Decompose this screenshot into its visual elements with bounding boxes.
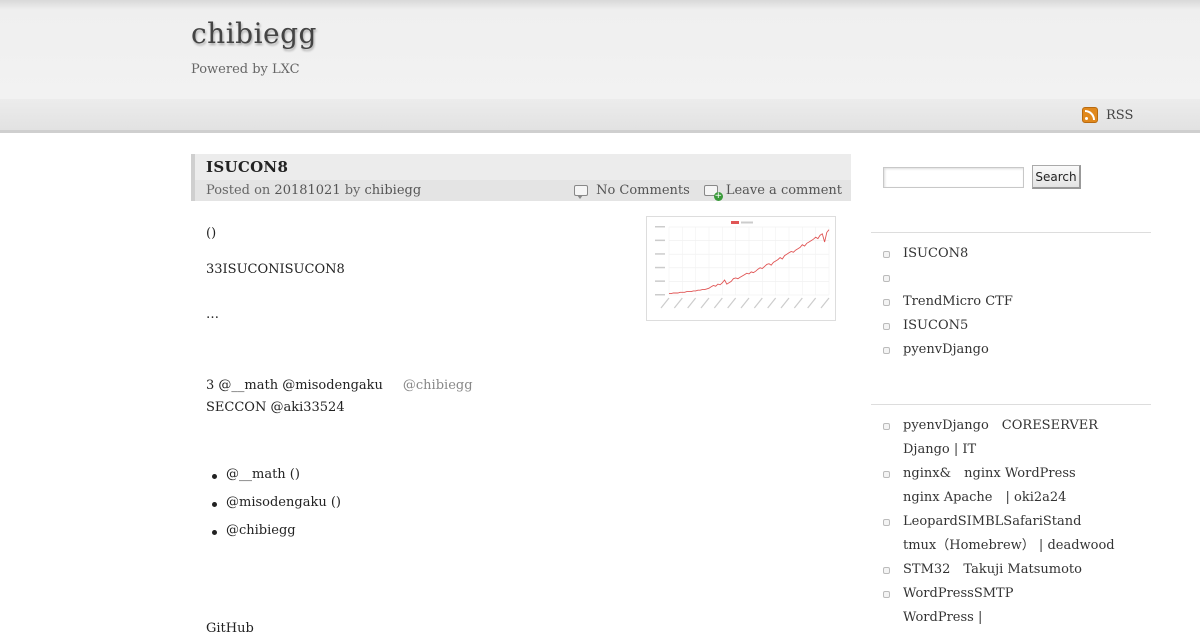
x-tick-label [807, 297, 817, 309]
comment-bubble-icon [574, 185, 589, 199]
recent-comment-item: WordPressSMTP WordPress | [883, 582, 1115, 630]
x-tick-label [780, 297, 790, 309]
bullet-icon [883, 471, 890, 478]
y-tick-label [655, 239, 665, 242]
bullet-icon [883, 591, 890, 598]
list-item: @misodengaku () [206, 494, 341, 522]
recent-comment-item: LeopardSIMBLSafariStand tmux（Homebrew） | … [883, 510, 1115, 558]
comment-line[interactable]: pyenvDjango CORESERVER [903, 418, 1098, 433]
body-muted-mention: @chibiegg [402, 378, 473, 393]
rss-feed-icon [1082, 107, 1098, 123]
x-tick-label [793, 297, 803, 309]
post-title[interactable]: ISUCON8 [206, 158, 288, 176]
recent-post-link[interactable]: pyenvDjango [903, 342, 989, 357]
recent-post-item: ISUCON8 [883, 245, 1013, 269]
bullet-icon [883, 323, 890, 330]
recent-comment-item: STM32 Takuji Matsumoto [883, 558, 1115, 582]
sidebar-divider [871, 232, 1151, 233]
body-paragraph: SECCON @aki33524 [206, 400, 345, 415]
by-label: by [340, 183, 365, 198]
list-item: @chibiegg [206, 522, 341, 550]
x-tick-label [713, 297, 723, 309]
comment-line[interactable]: tmux（Homebrew） | deadwood [903, 538, 1115, 553]
post-meta-bar: Posted on 20181021 by chibiegg No Commen… [195, 180, 851, 201]
y-tick-label [655, 294, 665, 296]
y-tick-label [655, 266, 665, 269]
bullet-icon [883, 275, 890, 282]
comment-line[interactable]: LeopardSIMBLSafariStand [903, 514, 1081, 529]
comments-link[interactable]: No Comments [574, 183, 690, 199]
body-mentions: 3 @__math @misodengaku [206, 378, 383, 393]
leave-comment-link[interactable]: Leave a comment [703, 183, 842, 201]
bullet-icon [883, 347, 890, 354]
list-item: @__math () [206, 466, 341, 494]
recent-post-item: pyenvDjango [883, 341, 1013, 365]
thumbnail-line-chart [655, 221, 830, 309]
x-tick-label [820, 297, 830, 309]
sidebar-divider [871, 404, 1151, 405]
rss-label: RSS [1106, 107, 1134, 123]
site-title[interactable]: chibiegg [191, 17, 317, 50]
post-date-link[interactable]: 20181021 [274, 183, 340, 198]
site-tagline: Powered by LXC [191, 62, 300, 77]
posted-on-label: Posted on [206, 183, 275, 198]
body-paragraph: GitHub [206, 621, 254, 636]
leave-comment-label: Leave a comment [725, 183, 842, 198]
nav-bar: RSS [0, 99, 1200, 133]
recent-post-item: ISUCON5 [883, 317, 1013, 341]
legend-swatch [731, 221, 739, 224]
post-meta-actions: No Comments Leave a comment [574, 183, 842, 201]
comment-line[interactable]: STM32 Takuji Matsumoto [903, 562, 1082, 577]
post-header: ISUCON8 Posted on 20181021 by chibiegg N… [191, 154, 851, 201]
recent-post-link[interactable]: ISUCON5 [903, 318, 968, 333]
comment-line[interactable]: WordPressSMTP [903, 586, 1013, 601]
y-tick-label [655, 253, 665, 255]
search-button[interactable]: Search [1032, 165, 1081, 189]
recent-post-item [883, 269, 1013, 293]
body-paragraph: 33ISUCONISUCON8 [206, 262, 345, 277]
add-comment-icon [703, 185, 723, 201]
bullet-icon [883, 423, 890, 430]
comments-count-label: No Comments [596, 183, 690, 198]
bullet-icon [883, 299, 890, 306]
member-list: @__math () @misodengaku () @chibiegg [206, 466, 341, 550]
body-paragraph: 3 @__math @misodengaku @chibiegg [206, 378, 473, 393]
recent-comments-list: pyenvDjango CORESERVER Django | IT nginx&… [883, 414, 1115, 630]
comment-line[interactable]: Django | IT [903, 442, 976, 457]
comment-line[interactable]: nginx Apache | oki2a24 [903, 490, 1066, 505]
y-tick-label [655, 280, 665, 282]
recent-posts-list: ISUCON8 TrendMicro CTF ISUCON5 pyenvDjan… [883, 245, 1013, 365]
bullet-icon [883, 519, 890, 526]
legend-label [741, 221, 753, 224]
recent-comment-item: nginx& nginx WordPress nginx Apache | oki… [883, 462, 1115, 510]
bullet-icon [883, 567, 890, 574]
body-paragraph: () [206, 226, 217, 241]
y-tick-label [655, 226, 665, 228]
search-input[interactable] [883, 167, 1024, 188]
body-paragraph: … [206, 307, 219, 322]
recent-comment-item: pyenvDjango CORESERVER Django | IT [883, 414, 1115, 462]
x-tick-label [767, 297, 777, 309]
post-thumbnail[interactable] [646, 216, 836, 321]
x-tick-label [753, 297, 763, 309]
post-author-link[interactable]: chibiegg [365, 183, 422, 198]
x-tick-label [687, 297, 697, 309]
recent-post-item: TrendMicro CTF [883, 293, 1013, 317]
site-header: chibiegg Powered by LXC [0, 0, 1200, 99]
rss-link[interactable]: RSS [1082, 106, 1133, 124]
comment-line[interactable]: WordPress | [903, 610, 982, 625]
x-tick-label [700, 297, 710, 309]
x-tick-label [727, 297, 737, 309]
post-meta: Posted on 20181021 by chibiegg [206, 183, 421, 198]
x-tick-label [740, 297, 750, 309]
recent-post-link[interactable]: ISUCON8 [903, 246, 968, 261]
comment-line[interactable]: nginx& nginx WordPress [903, 466, 1076, 481]
x-tick-label [660, 297, 670, 309]
recent-post-link[interactable]: TrendMicro CTF [903, 294, 1013, 309]
x-tick-label [673, 297, 683, 309]
bullet-icon [883, 251, 890, 258]
